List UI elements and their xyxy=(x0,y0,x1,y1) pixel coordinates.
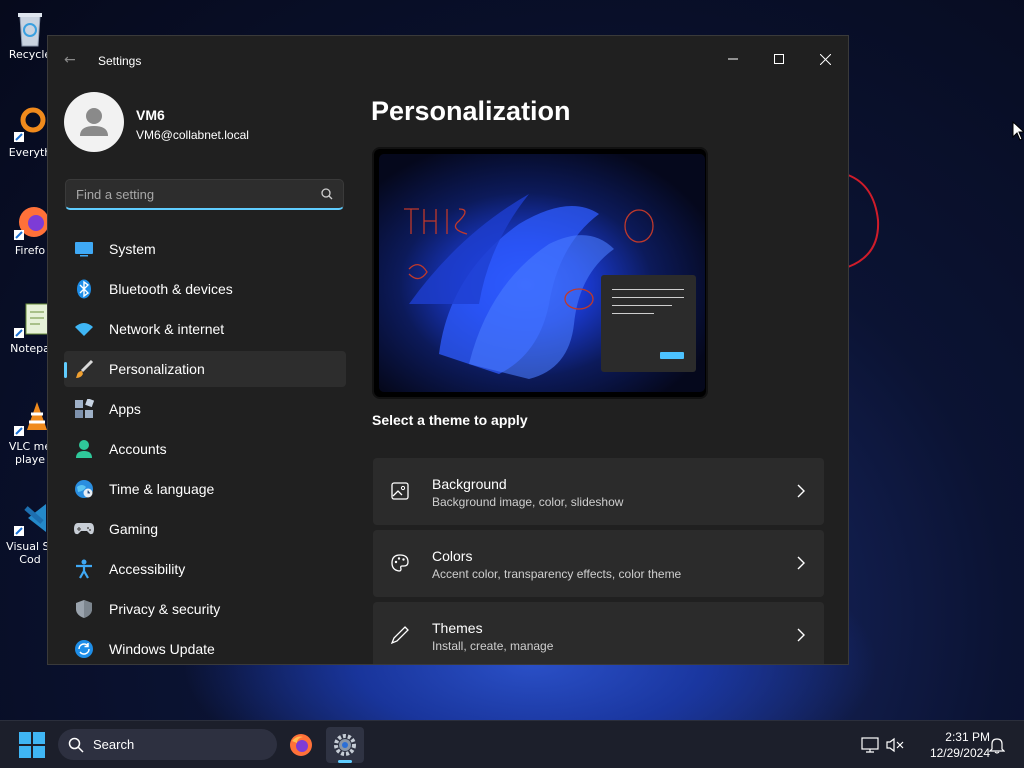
palette-icon xyxy=(391,554,409,572)
maximize-button[interactable] xyxy=(759,44,799,74)
minimize-button[interactable] xyxy=(713,44,753,74)
window-title: Settings xyxy=(98,54,142,68)
image-icon xyxy=(391,482,409,500)
notepad-icon xyxy=(12,302,49,338)
card-subtitle: Accent color, transparency effects, colo… xyxy=(432,567,682,581)
theme-preview xyxy=(372,147,708,399)
windows-logo-icon xyxy=(19,732,45,758)
globe-icon xyxy=(74,479,94,499)
system-icon xyxy=(74,239,94,259)
sidebar-item-gaming[interactable]: Gaming xyxy=(64,511,346,547)
themes-card[interactable]: Themes Install, create, manage xyxy=(373,602,824,664)
sidebar-item-label: Bluetooth & devices xyxy=(109,281,233,297)
maximize-icon xyxy=(774,54,784,64)
taskbar-search-label: Search xyxy=(93,737,135,752)
person-icon xyxy=(80,108,108,136)
minimize-icon xyxy=(728,58,738,60)
taskbar-settings[interactable] xyxy=(326,727,364,763)
sidebar-item-accounts[interactable]: Accounts xyxy=(64,431,346,467)
page-title: Personalization xyxy=(371,96,571,126)
active-app-indicator xyxy=(338,760,352,763)
update-icon xyxy=(74,639,94,659)
theme-prompt: Select a theme to apply xyxy=(372,412,528,428)
sidebar-item-bluetooth[interactable]: Bluetooth & devices xyxy=(64,271,346,307)
chevron-right-icon xyxy=(797,628,805,642)
vscode-icon xyxy=(12,500,48,536)
chevron-right-icon xyxy=(797,556,805,570)
sidebar-item-label: Network & internet xyxy=(109,321,225,337)
card-subtitle: Background image, color, slideshow xyxy=(432,495,624,509)
volume-muted-icon[interactable] xyxy=(886,737,904,753)
theme-preview-wallpaper xyxy=(379,154,705,392)
system-clock[interactable]: 2:31 PM 12/29/2024 xyxy=(910,729,990,761)
bluetooth-icon xyxy=(74,279,94,299)
back-arrow-icon[interactable]: ← xyxy=(64,52,80,68)
network-icon xyxy=(74,319,94,339)
display-icon[interactable] xyxy=(861,737,879,753)
background-card[interactable]: Background Background image, color, slid… xyxy=(373,458,824,525)
sidebar-item-label: Privacy & security xyxy=(109,601,221,617)
card-subtitle: Install, create, manage xyxy=(432,639,554,653)
brush-icon xyxy=(74,359,94,379)
gear-icon xyxy=(334,734,356,756)
sidebar-nav: System Bluetooth & devices Network & int… xyxy=(64,231,346,664)
vlc-icon xyxy=(12,400,48,436)
settings-cards: Background Background image, color, slid… xyxy=(373,458,824,664)
search-icon xyxy=(68,737,84,753)
mouse-cursor-icon xyxy=(1012,121,1024,141)
taskbar-search[interactable]: Search xyxy=(58,729,277,760)
accounts-icon xyxy=(74,439,94,459)
annotation-scribble xyxy=(847,174,880,268)
firefox-icon xyxy=(12,204,49,240)
start-button[interactable] xyxy=(14,731,50,759)
sidebar-item-time-language[interactable]: Time & language xyxy=(64,471,346,507)
annotation-scribble xyxy=(404,208,468,235)
title-bar[interactable]: ← Settings xyxy=(48,36,848,84)
card-title: Background xyxy=(432,476,507,492)
sidebar-item-label: Accounts xyxy=(109,441,167,457)
shield-icon xyxy=(74,599,94,619)
everything-icon xyxy=(12,106,48,142)
chevron-right-icon xyxy=(797,484,805,498)
accessibility-icon xyxy=(74,559,94,579)
sidebar-item-system[interactable]: System xyxy=(64,231,346,267)
sidebar-item-privacy-security[interactable]: Privacy & security xyxy=(64,591,346,627)
sidebar-item-accessibility[interactable]: Accessibility xyxy=(64,551,346,587)
apps-icon xyxy=(74,399,94,419)
sidebar-item-personalization[interactable]: Personalization xyxy=(64,351,346,387)
notification-bell-icon[interactable] xyxy=(989,736,1005,754)
sidebar-item-label: Time & language xyxy=(109,481,215,497)
sidebar-item-label: Gaming xyxy=(109,521,159,537)
pen-icon xyxy=(390,626,409,645)
clock-date: 12/29/2024 xyxy=(929,746,990,760)
settings-window: ← Settings VM6 VM6@collabnet.local Find … xyxy=(47,35,849,665)
preview-dialog-button xyxy=(660,352,684,359)
taskbar: Search 2:31 PM 12/29/2024 xyxy=(0,720,1024,768)
clock-time: 2:31 PM xyxy=(945,730,990,744)
card-title: Themes xyxy=(432,620,483,636)
profile-name: VM6 xyxy=(136,107,165,123)
gamepad-icon xyxy=(74,519,94,539)
preview-dialog-mockup xyxy=(601,275,696,372)
sidebar-item-label: System xyxy=(109,241,156,257)
taskbar-firefox[interactable] xyxy=(282,727,320,763)
sidebar-item-label: Accessibility xyxy=(109,561,186,577)
sidebar-item-network[interactable]: Network & internet xyxy=(64,311,346,347)
sidebar-item-label: Apps xyxy=(109,401,141,417)
card-title: Colors xyxy=(432,548,473,564)
recycle-bin-icon xyxy=(12,8,48,47)
sidebar-item-label: Windows Update xyxy=(109,641,215,657)
settings-search-box[interactable] xyxy=(65,179,344,210)
sidebar-item-apps[interactable]: Apps xyxy=(64,391,346,427)
avatar xyxy=(64,92,124,152)
close-icon xyxy=(819,53,831,65)
sidebar-item-label: Personalization xyxy=(109,361,205,377)
profile-email: VM6@collabnet.local xyxy=(136,128,249,142)
search-input[interactable] xyxy=(66,180,306,208)
firefox-icon xyxy=(290,734,312,756)
close-button[interactable] xyxy=(805,44,845,74)
sidebar-item-windows-update[interactable]: Windows Update xyxy=(64,631,346,664)
search-icon xyxy=(321,188,333,200)
colors-card[interactable]: Colors Accent color, transparency effect… xyxy=(373,530,824,597)
